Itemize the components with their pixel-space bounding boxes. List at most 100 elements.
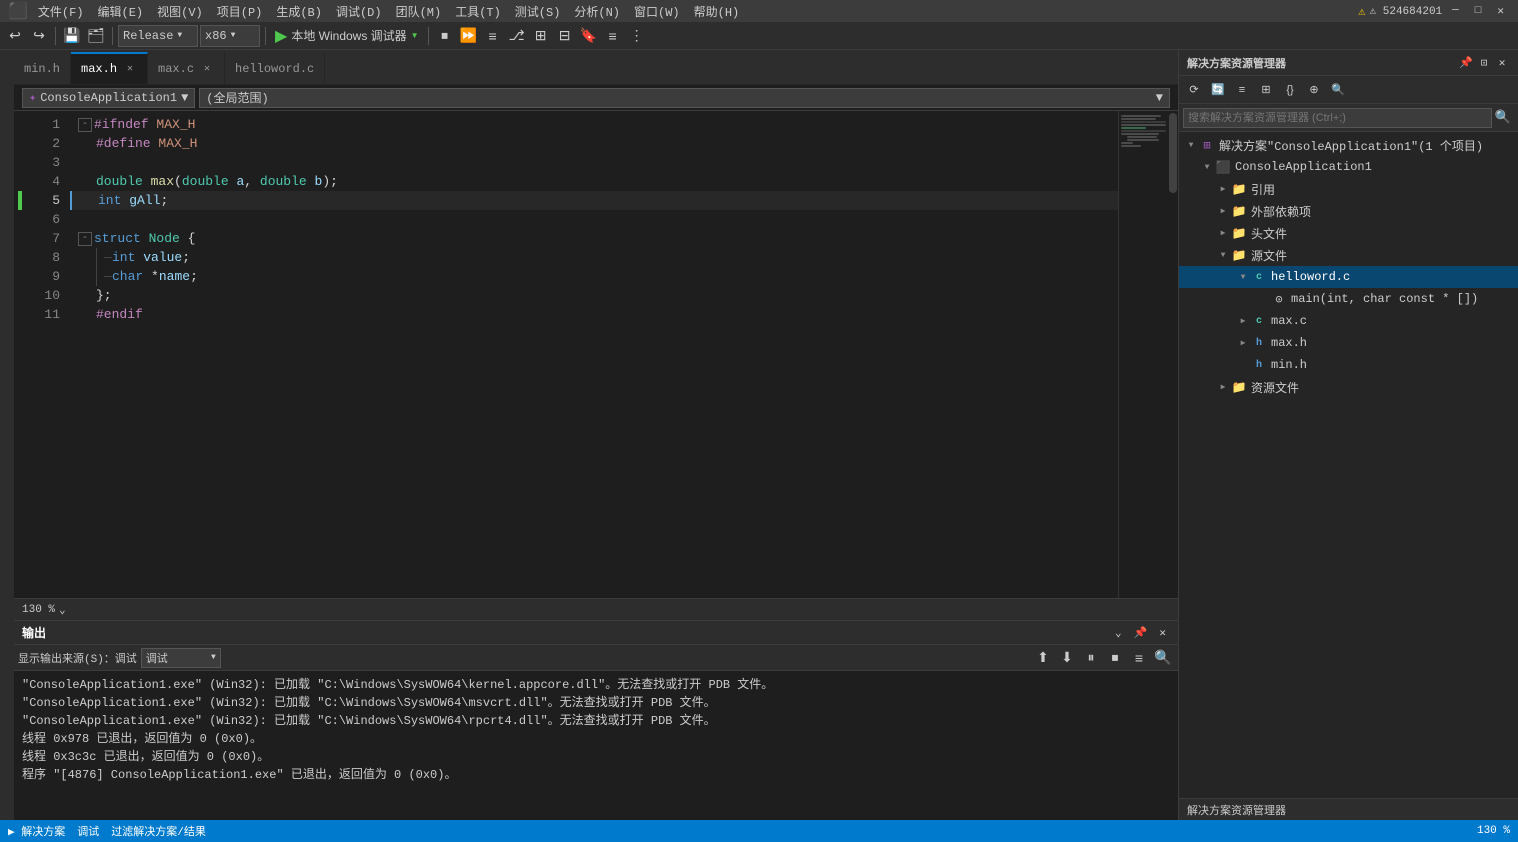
header-expand[interactable]: ▶ <box>1215 225 1231 241</box>
panel-toolbar-btn-1[interactable]: ⟳ <box>1183 79 1205 101</box>
solution-search-icon[interactable]: 🔍 <box>1492 107 1514 129</box>
panel-pin-btn[interactable]: 📌 <box>1458 55 1474 71</box>
toolbar-btn-8[interactable]: ≡ <box>602 25 624 47</box>
toolbar-btn-5[interactable]: ⊞ <box>530 25 552 47</box>
panel-toolbar-btn-2[interactable]: 🔄 <box>1207 79 1229 101</box>
tree-max-c[interactable]: ▶ c max.c <box>1179 310 1518 332</box>
external-expand[interactable]: ▶ <box>1215 203 1231 219</box>
tree-max-h[interactable]: ▶ h max.h <box>1179 332 1518 354</box>
tree-references[interactable]: ▶ 📁 引用 <box>1179 178 1518 200</box>
scrollbar-thumb[interactable] <box>1169 113 1177 193</box>
output-btn-6[interactable]: 🔍 <box>1152 647 1174 669</box>
panel-close-btn[interactable]: ✕ <box>1494 55 1510 71</box>
tree-helloword-c[interactable]: ▼ c helloword.c <box>1179 266 1518 288</box>
tree-source-files[interactable]: ▼ 📁 源文件 <box>1179 244 1518 266</box>
toolbar-btn-3[interactable]: ≡ <box>482 25 504 47</box>
project-expand-icon[interactable]: ▼ <box>1199 159 1215 175</box>
undo-btn[interactable]: ↩ <box>4 25 26 47</box>
solution-expand-icon[interactable]: ▼ <box>1183 137 1199 153</box>
fold-1[interactable]: - <box>78 118 92 132</box>
output-content[interactable]: "ConsoleApplication1.exe" (Win32): 已加载 "… <box>14 671 1178 820</box>
toolbar-btn-9[interactable]: ⋮ <box>626 25 648 47</box>
menu-project[interactable]: 项目(P) <box>213 3 267 20</box>
menu-tools[interactable]: 工具(T) <box>451 3 505 20</box>
project-dropdown[interactable]: ✦ ConsoleApplication1 ▼ <box>22 88 195 108</box>
debug-play-btn[interactable]: ▶ 本地 Windows 调试器 ▼ <box>271 26 423 46</box>
helloword-expand[interactable]: ▼ <box>1235 269 1251 285</box>
nav-bar: ✦ ConsoleApplication1 ▼ (全局范围) ▼ <box>14 85 1178 111</box>
tab-helloword[interactable]: helloword.c <box>225 52 325 84</box>
panel-toolbar-btn-4[interactable]: ⊞ <box>1255 79 1277 101</box>
menu-window[interactable]: 窗口(W) <box>630 3 684 20</box>
output-btn-1[interactable]: ⬆ <box>1032 647 1054 669</box>
toolbar-btn-7[interactable]: 🔖 <box>578 25 600 47</box>
menu-file[interactable]: 文件(F) <box>34 3 88 20</box>
tab-maxc-close[interactable]: ✕ <box>200 62 214 76</box>
menu-team[interactable]: 团队(M) <box>392 3 446 20</box>
source-expand[interactable]: ▼ <box>1215 247 1231 263</box>
tab-maxh[interactable]: max.h ✕ <box>71 52 148 84</box>
toolbar-btn-6[interactable]: ⊟ <box>554 25 576 47</box>
save-all-btn[interactable]: 🗂 <box>85 25 107 47</box>
output-btn-2[interactable]: ⬇ <box>1056 647 1078 669</box>
solution-root[interactable]: ▼ ⊞ 解决方案"ConsoleApplication1"(1 个项目) <box>1179 134 1518 156</box>
tree-external-deps[interactable]: ▶ 📁 外部依赖项 <box>1179 200 1518 222</box>
arch-dropdown[interactable]: x86 ▼ <box>200 25 260 47</box>
toolbar-btn-4[interactable]: ⎇ <box>506 25 528 47</box>
line-num-10: 10 <box>22 286 70 305</box>
output-btn-3[interactable]: ⏸ <box>1080 647 1102 669</box>
code-content[interactable]: -#ifndef MAX_H #define MAX_H double max(… <box>70 111 1118 598</box>
tab-maxh-close[interactable]: ✕ <box>123 62 137 76</box>
save-btn[interactable]: 💾 <box>61 25 83 47</box>
panel-toolbar-btn-7[interactable]: 🔍 <box>1327 79 1349 101</box>
status-filter[interactable]: 过滤解决方案/结果 <box>111 823 206 839</box>
tree-resource-files[interactable]: ▶ 📁 资源文件 <box>1179 376 1518 398</box>
code-line-9: char *name; <box>70 267 1118 286</box>
tree-min-h[interactable]: h min.h <box>1179 354 1518 376</box>
maxh-expand[interactable]: ▶ <box>1235 335 1251 351</box>
output-pin-icon[interactable]: 📌 <box>1130 626 1152 640</box>
zoom-icon[interactable]: ⌄ <box>59 603 66 617</box>
close-btn[interactable]: ✕ <box>1491 4 1510 18</box>
menu-build[interactable]: 生成(B) <box>272 3 326 20</box>
config-dropdown[interactable]: Release ▼ <box>118 25 198 47</box>
status-solution[interactable]: ▶ 解决方案 <box>8 823 65 839</box>
menu-help[interactable]: 帮助(H) <box>690 3 744 20</box>
redo-btn[interactable]: ↪ <box>28 25 50 47</box>
scope-dropdown[interactable]: (全局范围) ▼ <box>199 88 1170 108</box>
tab-maxc[interactable]: max.c ✕ <box>148 52 225 84</box>
maximize-btn[interactable]: □ <box>1469 5 1488 17</box>
output-source-dropdown[interactable]: 调试 ▼ <box>141 648 221 668</box>
editor-scrollbar[interactable] <box>1168 111 1178 598</box>
menu-debug[interactable]: 调试(D) <box>332 3 386 20</box>
minimize-btn[interactable]: ─ <box>1446 5 1465 17</box>
tab-minh[interactable]: min.h <box>14 52 71 84</box>
maxc-expand[interactable]: ▶ <box>1235 313 1251 329</box>
resource-expand[interactable]: ▶ <box>1215 379 1231 395</box>
tree-header-files[interactable]: ▶ 📁 头文件 <box>1179 222 1518 244</box>
toolbar-btn-2[interactable]: ⏩ <box>458 25 480 47</box>
toolbar-btn-1[interactable]: ⏹ <box>434 25 456 47</box>
output-minimize-icon[interactable]: ⌄ <box>1111 626 1126 640</box>
status-zoom[interactable]: 130 % <box>1477 825 1510 837</box>
panel-toolbar-btn-6[interactable]: ⊕ <box>1303 79 1325 101</box>
tree-main-func[interactable]: ⊙ main(int, char const * []) <box>1179 288 1518 310</box>
fold-7[interactable]: - <box>78 232 92 246</box>
solution-search-input[interactable] <box>1183 108 1492 128</box>
menu-analyze[interactable]: 分析(N) <box>570 3 624 20</box>
output-btn-4[interactable]: ⏹ <box>1104 647 1126 669</box>
output-tab-label[interactable]: 输出 <box>22 624 46 641</box>
menu-view[interactable]: 视图(V) <box>153 3 207 20</box>
output-close-icon[interactable]: ✕ <box>1155 626 1170 640</box>
output-btn-5[interactable]: ≡ <box>1128 647 1150 669</box>
solution-tree[interactable]: ▼ ⊞ 解决方案"ConsoleApplication1"(1 个项目) ▼ ⬛… <box>1179 132 1518 798</box>
panel-float-btn[interactable]: ⊡ <box>1476 55 1492 71</box>
project-root[interactable]: ▼ ⬛ ConsoleApplication1 <box>1179 156 1518 178</box>
menu-edit[interactable]: 编辑(E) <box>94 3 148 20</box>
references-expand[interactable]: ▶ <box>1215 181 1231 197</box>
panel-toolbar-btn-5[interactable]: {} <box>1279 79 1301 101</box>
panel-toolbar-btn-3[interactable]: ≡ <box>1231 79 1253 101</box>
status-debug[interactable]: 调试 <box>77 823 99 839</box>
code-editor[interactable]: 1 2 3 4 5 6 7 8 9 10 11 -#ifndef MAX_H #… <box>14 111 1178 598</box>
menu-test[interactable]: 测试(S) <box>511 3 565 20</box>
